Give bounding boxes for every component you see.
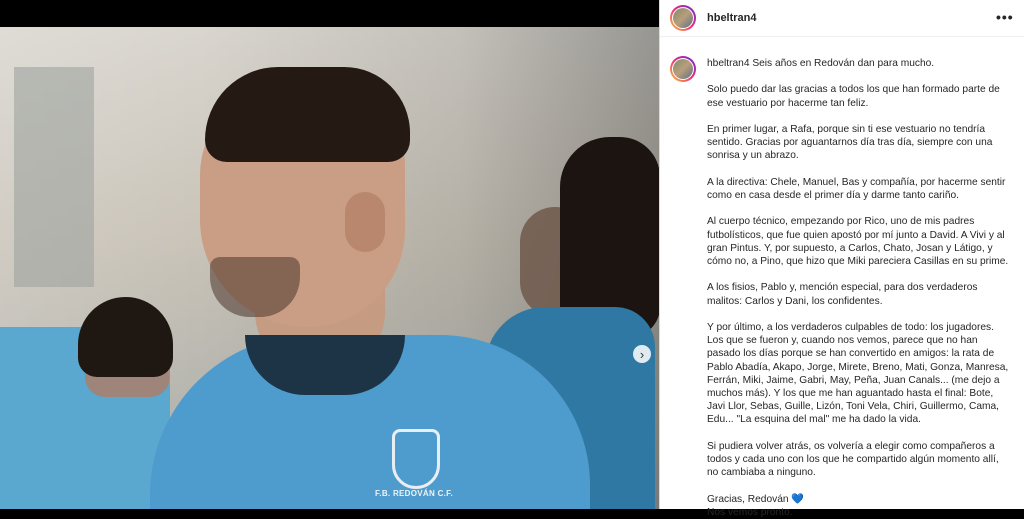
background-window (14, 67, 94, 287)
caption-paragraph: Solo puedo dar las gracias a todos los q… (707, 84, 1000, 109)
caption-username[interactable]: hbeltran4 (707, 58, 749, 69)
avatar[interactable] (670, 5, 696, 31)
avatar-image (673, 8, 693, 28)
main-player-hair (205, 67, 410, 162)
caption-paragraph: A la directiva: Chele, Manuel, Bas y com… (707, 176, 1006, 201)
next-photo-button[interactable]: › (633, 345, 651, 363)
top-black-bar (0, 0, 659, 27)
main-player-ear (345, 192, 385, 252)
closing-text: Gracias, Redován (707, 493, 789, 505)
caption-first-text: Seis años en Redován dan para mucho. (752, 58, 935, 69)
blue-heart-icon: 💙 (791, 493, 805, 505)
post-header: hbeltran4 ••• (660, 0, 1024, 37)
club-crest-text: F.B. REDOVÁN C.F. (375, 489, 453, 498)
post-side-panel: hbeltran4 ••• hbeltran4 Seis años en Red… (659, 0, 1024, 518)
caption-paragraph: Si pudiera volver atrás, os volvería a e… (707, 440, 999, 479)
caption-first-line: hbeltran4 Seis años en Redován dan para … (707, 57, 1012, 70)
caption-paragraph: Al cuerpo técnico, empezando por Rico, u… (707, 216, 1009, 267)
post-caption: hbeltran4 Seis años en Redován dan para … (707, 57, 1012, 519)
more-options-icon[interactable]: ••• (996, 9, 1014, 25)
caption-avatar[interactable] (670, 56, 696, 82)
caption-closing: Gracias, Redován 💙 Nos vemos pronto. (707, 493, 1012, 519)
chevron-right-icon: › (639, 346, 645, 362)
username-link[interactable]: hbeltran4 (707, 12, 757, 24)
caption-paragraph: A los fisios, Pablo y, mención especial,… (707, 282, 978, 307)
caption-paragraph: Y por último, a los verdaderos culpables… (707, 321, 1009, 426)
caption-paragraph: En primer lugar, a Rafa, porque sin ti e… (707, 123, 993, 162)
last-line: Nos vemos pronto. (707, 506, 793, 518)
club-crest (392, 429, 440, 489)
post-photo[interactable]: F.B. REDOVÁN C.F. › (0, 27, 659, 509)
avatar-image (673, 59, 693, 79)
